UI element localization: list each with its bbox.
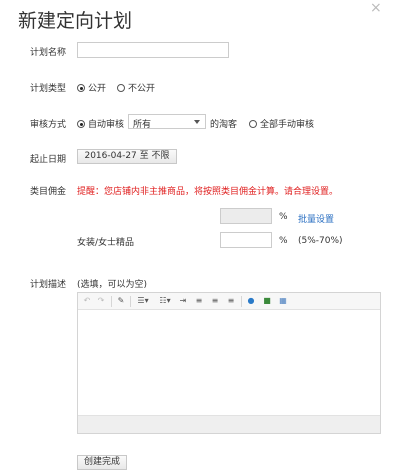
editor-statusbar (78, 415, 380, 433)
description-label: 计划描述 (30, 280, 67, 290)
radio-unselected-icon[interactable] (117, 84, 125, 92)
plan-name-input[interactable] (77, 42, 229, 58)
align-center-icon[interactable]: ≡ (210, 296, 220, 306)
link-icon[interactable]: ● (246, 296, 256, 306)
dialog-title: 新建定向计划 (18, 10, 133, 32)
chevron-down-icon (194, 120, 200, 124)
radio-selected-icon[interactable] (77, 120, 85, 128)
create-button[interactable]: 创建完成 (77, 455, 127, 470)
plan-type-public-option[interactable]: 公开 (77, 81, 106, 94)
table-icon[interactable]: ▦ (278, 296, 288, 306)
plan-type-private-option[interactable]: 不公开 (117, 81, 155, 94)
review-auto-label: 自动审核 (88, 120, 125, 130)
align-right-icon[interactable]: ≡ (226, 296, 236, 306)
redo-icon[interactable]: ↷ (96, 296, 106, 306)
percent-sign: % (279, 212, 288, 222)
plan-type-label: 计划类型 (30, 84, 67, 94)
editor-toolbar: ↶ ↷ ✎ ☰▾ ☷▾ ⇥ ≡ ≡ ≡ ● ■ ▦ (78, 293, 380, 310)
ordered-list-icon[interactable]: ☷▾ (157, 296, 173, 306)
radio-selected-icon[interactable] (77, 84, 85, 92)
percent-sign: % (279, 236, 288, 246)
category-commission-input[interactable] (220, 232, 272, 248)
description-hint: (选填，可以为空) (77, 280, 148, 290)
toolbar-divider (241, 296, 242, 307)
default-commission-input[interactable] (220, 208, 272, 224)
indent-icon[interactable]: ⇥ (178, 296, 188, 306)
review-scope-select[interactable]: 所有 (128, 114, 206, 130)
commission-warning: 提醒：您店铺内非主推商品，将按照类目佣金计算。请合理设置。 (77, 187, 339, 197)
review-suffix: 的淘客 (210, 120, 238, 130)
create-plan-dialog: 新建定向计划 × 计划名称 计划类型 公开 不公开 审核方式 自动审核 所有 的… (0, 0, 403, 472)
clear-format-icon[interactable]: ✎ (116, 296, 126, 306)
commission-range-hint: (5%-70%) (298, 236, 343, 246)
review-manual-option[interactable]: 全部手动审核 (249, 117, 314, 130)
category-name: 女装/女士精品 (77, 238, 135, 248)
unordered-list-icon[interactable]: ☰▾ (135, 296, 151, 306)
plan-name-label: 计划名称 (30, 48, 67, 58)
review-auto-option[interactable]: 自动审核 (77, 117, 124, 130)
close-icon[interactable]: × (370, 0, 382, 16)
radio-unselected-icon[interactable] (249, 120, 257, 128)
toolbar-divider (111, 296, 112, 307)
commission-label: 类目佣金 (30, 187, 67, 197)
date-range-label: 起止日期 (30, 155, 67, 165)
date-range-button[interactable]: 2016-04-27 至 不限 (77, 149, 177, 164)
editor-content-area[interactable] (78, 310, 380, 415)
image-icon[interactable]: ■ (262, 296, 272, 306)
review-scope-value: 所有 (133, 120, 152, 130)
plan-type-public-label: 公开 (88, 84, 107, 94)
review-manual-label: 全部手动审核 (260, 120, 315, 130)
review-method-label: 审核方式 (30, 120, 67, 130)
toolbar-divider (130, 296, 131, 307)
plan-type-private-label: 不公开 (128, 84, 156, 94)
batch-set-link[interactable]: 批量设置 (298, 212, 334, 225)
rich-text-editor[interactable]: ↶ ↷ ✎ ☰▾ ☷▾ ⇥ ≡ ≡ ≡ ● ■ ▦ (77, 292, 381, 434)
align-left-icon[interactable]: ≡ (194, 296, 204, 306)
undo-icon[interactable]: ↶ (82, 296, 92, 306)
